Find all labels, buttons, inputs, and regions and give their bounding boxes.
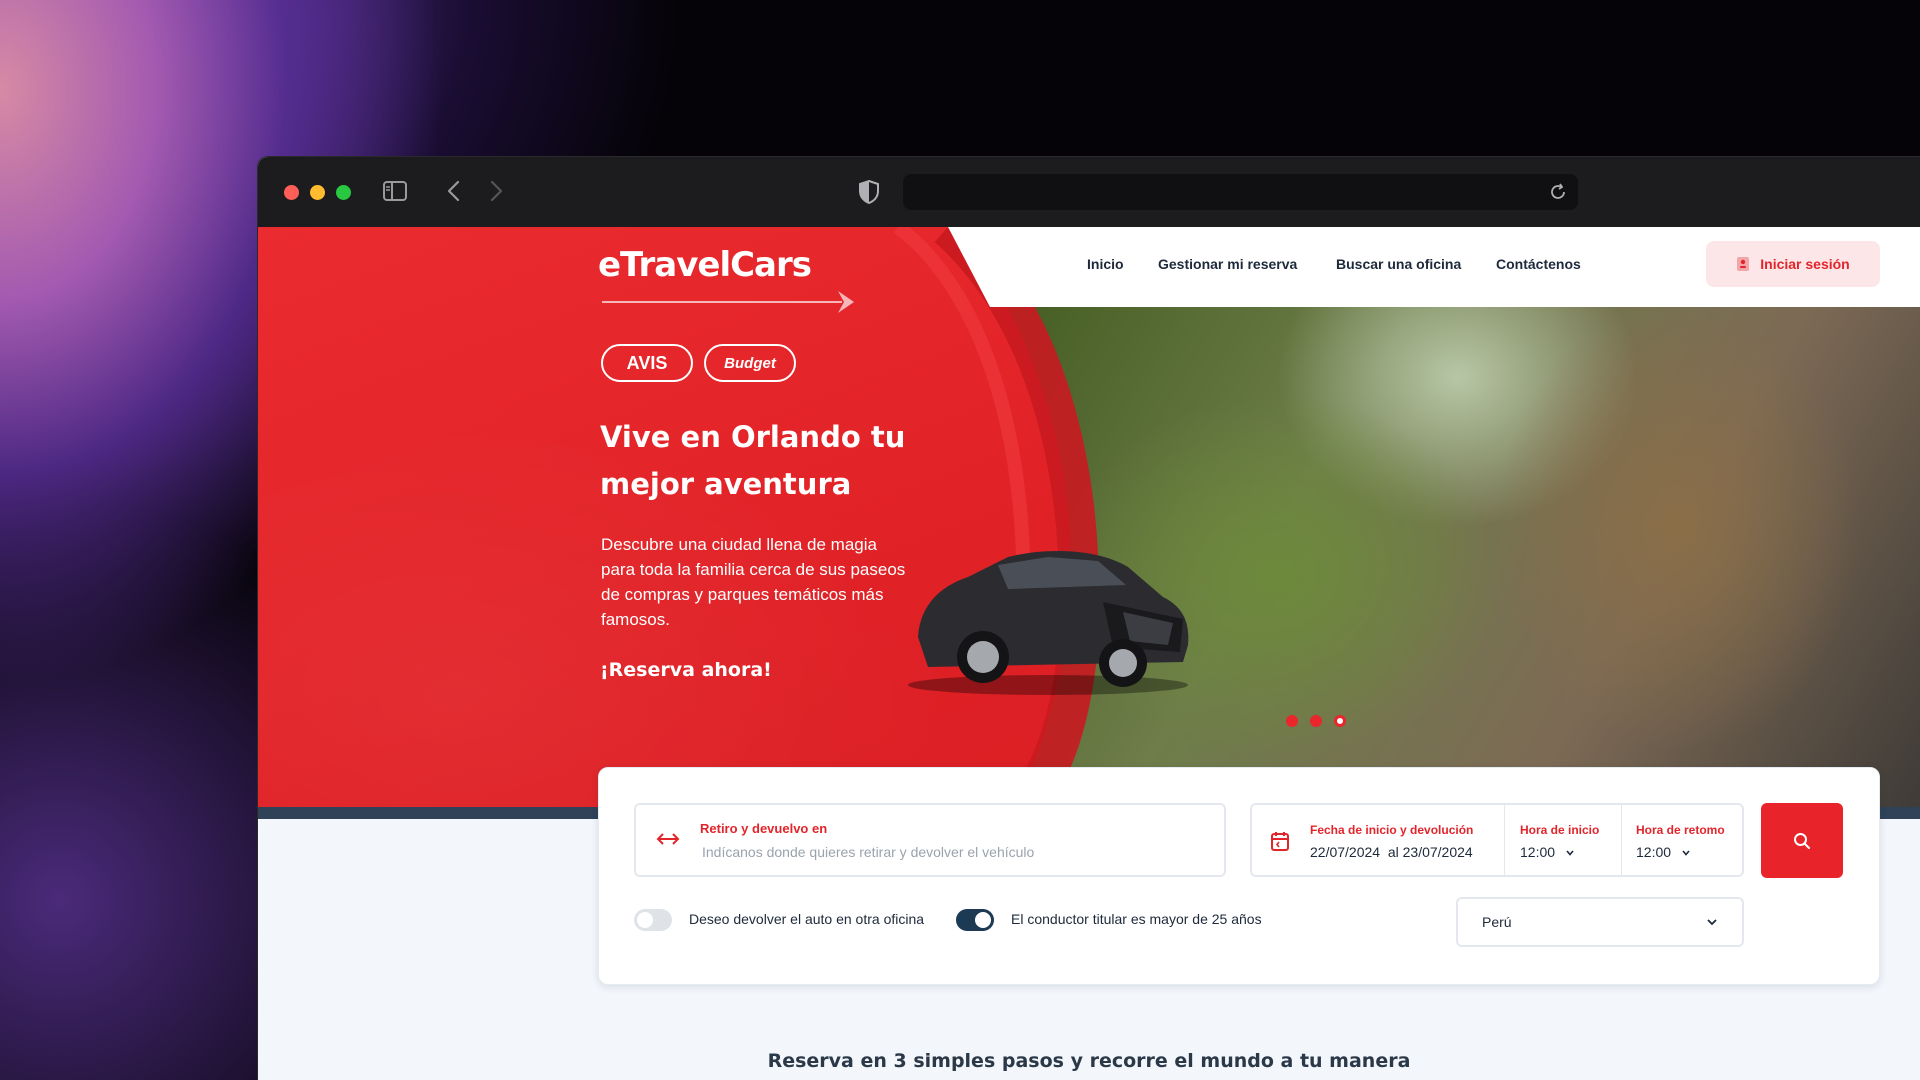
country-value: Perú [1482, 914, 1512, 930]
login-button[interactable]: Iniciar sesión [1706, 241, 1880, 287]
return-other-office-toggle[interactable] [634, 909, 672, 931]
pickup-location-field[interactable]: Retiro y devuelvo en Indícanos donde qui… [634, 803, 1226, 877]
hero-swoosh-decoration [893, 227, 1100, 807]
dates-value: 22/07/2024 al 23/07/2024 [1310, 844, 1473, 860]
hero-banner: eTravelCars AVIS Budget Vive en Orlando … [258, 227, 1920, 807]
toggle-knob [637, 912, 653, 928]
hero-reserve-cta[interactable]: ¡Reserva ahora! [600, 659, 772, 681]
pickup-label: Retiro y devuelvo en [700, 821, 828, 836]
etravelcars-logo[interactable]: eTravelCars [598, 245, 868, 325]
start-time-value: 12:00 [1520, 844, 1556, 860]
swap-arrows-icon [656, 833, 680, 845]
forward-arrow-icon[interactable] [486, 179, 506, 203]
start-time-value-wrap: 12:00 [1520, 844, 1575, 860]
chevron-down-icon [1707, 919, 1717, 926]
hero-description: Descubre una ciudad llena de magia para … [601, 535, 906, 629]
steps-section-title: Reserva en 3 simples pasos y recorre el … [767, 1050, 1411, 1072]
logo-text: eTravelCars [598, 245, 812, 285]
chevron-down-icon [1682, 850, 1690, 857]
date-range-field[interactable]: Fecha de inicio y devolución 22/07/2024 … [1252, 805, 1502, 875]
search-icon [1794, 832, 1810, 849]
start-time-select[interactable]: Hora de inicio 12:00 [1505, 805, 1621, 875]
slider-dot[interactable] [1310, 715, 1322, 727]
booking-search-card: Retiro y devuelvo en Indícanos donde qui… [598, 767, 1880, 985]
logo-arrow-icon [602, 291, 854, 313]
return-time-select[interactable]: Hora de retomo 12:00 [1622, 805, 1742, 875]
return-other-office-label: Deseo devolver el auto en otra oficina [689, 911, 925, 927]
minimize-window-button[interactable] [310, 185, 325, 200]
reload-icon[interactable] [1548, 182, 1568, 202]
user-card-icon [1737, 257, 1750, 271]
start-time-label: Hora de inicio [1520, 823, 1600, 837]
nav-contactenos[interactable]: Contáctenos [1496, 256, 1581, 272]
driver-age-toggle[interactable] [956, 909, 994, 931]
avis-brand-badge: AVIS [601, 344, 693, 382]
dates-label: Fecha de inicio y devolución [1310, 823, 1474, 837]
sidebar-toggle-icon[interactable] [383, 181, 407, 201]
nav-inicio[interactable]: Inicio [1087, 256, 1124, 272]
login-label: Iniciar sesión [1760, 256, 1850, 272]
close-window-button[interactable] [284, 185, 299, 200]
search-button[interactable] [1761, 803, 1843, 878]
country-select[interactable]: Perú [1456, 897, 1744, 947]
slider-dot[interactable] [1286, 715, 1298, 727]
privacy-shield-icon[interactable] [858, 179, 880, 205]
back-arrow-icon[interactable] [444, 179, 464, 203]
return-time-value-wrap: 12:00 [1636, 844, 1691, 860]
toggle-knob [975, 912, 991, 928]
budget-brand-badge: Budget [704, 344, 796, 382]
return-time-label: Hora de retomo [1636, 823, 1725, 837]
return-time-value: 12:00 [1636, 844, 1672, 860]
dates-field-group: Fecha de inicio y devolución 22/07/2024 … [1250, 803, 1744, 877]
address-bar[interactable] [903, 174, 1578, 210]
nav-buscar-oficina[interactable]: Buscar una oficina [1336, 256, 1461, 272]
maximize-window-button[interactable] [336, 185, 351, 200]
chevron-down-icon [1566, 850, 1574, 857]
browser-titlebar [258, 157, 1920, 227]
hero-slider-dots [1286, 715, 1346, 727]
suv-car-image [908, 551, 1189, 695]
slider-dot-active[interactable] [1334, 715, 1346, 727]
driver-age-label: El conductor titular es mayor de 25 años [1011, 911, 1262, 927]
pickup-placeholder: Indícanos donde quieres retirar y devolv… [702, 844, 1035, 860]
browser-window: eTravelCars AVIS Budget Vive en Orlando … [258, 157, 1920, 1080]
nav-gestionar-reserva[interactable]: Gestionar mi reserva [1158, 256, 1297, 272]
web-page: eTravelCars AVIS Budget Vive en Orlando … [258, 227, 1920, 1080]
hero-title: Vive en Orlando tu mejor aventura [600, 420, 906, 501]
